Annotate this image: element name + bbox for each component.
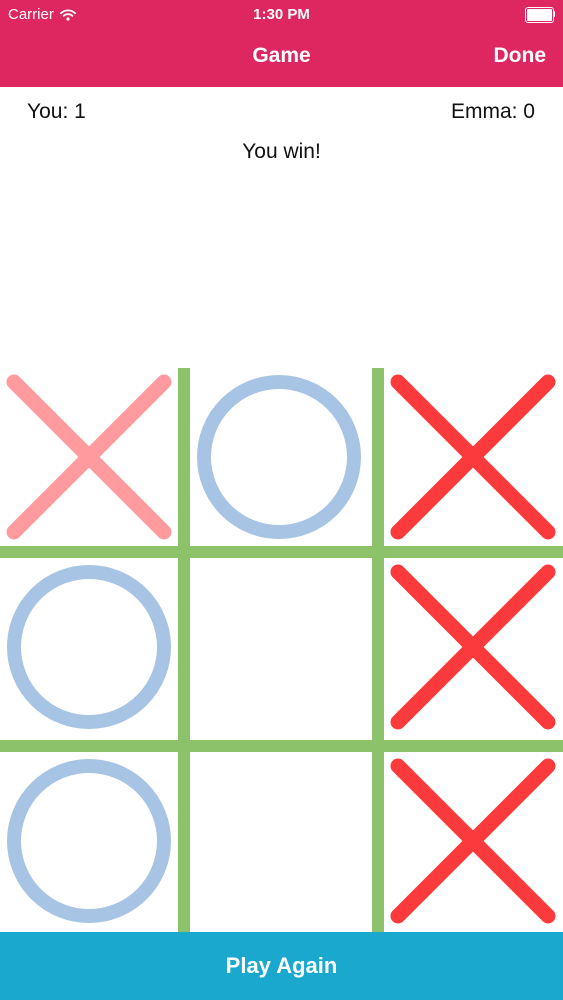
o-mark — [7, 565, 171, 729]
player-score: You: 1 — [27, 100, 86, 123]
board-cell-r3c2[interactable] — [190, 752, 368, 930]
page-title: Game — [252, 44, 311, 67]
board-cell-r1c1[interactable] — [0, 368, 178, 546]
board-cell-r2c2[interactable] — [190, 558, 368, 736]
game-screen: Carrier 1:30 PM Game Done You: 1 Emma: 0… — [0, 0, 563, 1000]
done-button[interactable]: Done — [494, 44, 547, 68]
x-mark — [390, 564, 556, 730]
grid-line-vertical-1 — [178, 368, 190, 932]
result-message: You win! — [242, 140, 321, 163]
grid-line-vertical-2 — [372, 368, 384, 932]
x-mark — [390, 374, 556, 540]
board-cell-r1c2[interactable] — [190, 368, 368, 546]
o-mark — [7, 759, 171, 923]
board-cell-r3c3[interactable] — [384, 752, 562, 930]
grid-line-horizontal-1 — [0, 546, 563, 558]
play-again-button[interactable]: Play Again — [0, 932, 563, 1000]
grid-line-horizontal-2 — [0, 740, 563, 752]
game-board — [0, 368, 563, 932]
board-cell-r3c1[interactable] — [0, 752, 178, 930]
board-cell-r2c3[interactable] — [384, 558, 562, 736]
board-cell-r2c1[interactable] — [0, 558, 178, 736]
status-time: 1:30 PM — [253, 6, 310, 23]
battery-icon — [525, 7, 555, 23]
x-mark — [6, 374, 172, 540]
board-cell-r1c3[interactable] — [384, 368, 562, 546]
opponent-score: Emma: 0 — [450, 100, 535, 123]
navigation-bar: Carrier 1:30 PM Game Done — [0, 0, 563, 87]
o-mark — [197, 375, 361, 539]
x-mark — [390, 758, 556, 924]
